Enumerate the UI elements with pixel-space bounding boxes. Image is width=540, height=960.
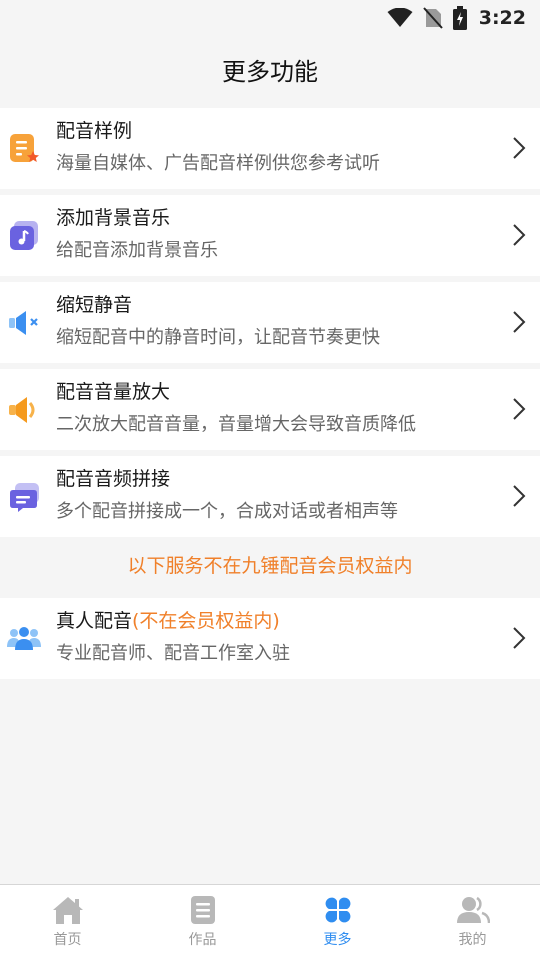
no-sim-icon: [422, 7, 443, 29]
item-title: 缩短静音: [56, 294, 133, 316]
profile-icon: [456, 896, 490, 924]
feature-list: 配音样例 海量自媒体、广告配音样例供您参考试听 添加背景音乐 给配音添加背景音乐: [0, 108, 540, 685]
nav-works[interactable]: 作品: [135, 885, 270, 960]
people-group-icon: [6, 621, 42, 657]
notice-text: 以下服务不在九锤配音会员权益内: [127, 555, 413, 577]
chat-merge-icon: [6, 479, 42, 515]
feature-item-human-dubbing[interactable]: 真人配音(不在会员权益内) 专业配音师、配音工作室入驻: [0, 598, 540, 679]
home-icon: [52, 897, 83, 924]
chevron-right-icon: [513, 311, 526, 333]
music-note-icon: [6, 218, 42, 254]
feature-item-sample[interactable]: 配音样例 海量自媒体、广告配音样例供您参考试听: [0, 108, 540, 189]
item-title: 配音音量放大: [56, 381, 171, 403]
item-desc: 二次放大配音音量，音量增大会导致音质降低: [56, 414, 416, 435]
status-bar: 3:22: [0, 0, 540, 36]
chevron-right-icon: [513, 627, 526, 649]
speaker-mute-icon: [6, 305, 42, 341]
page-header: 更多功能: [0, 36, 540, 102]
item-desc: 给配音添加背景音乐: [56, 240, 218, 261]
chevron-right-icon: [513, 485, 526, 507]
nav-more[interactable]: 更多: [270, 885, 405, 960]
feature-item-audio-merge[interactable]: 配音音频拼接 多个配音拼接成一个，合成对话或者相声等: [0, 456, 540, 537]
item-title: 添加背景音乐: [56, 207, 171, 229]
chevron-right-icon: [513, 398, 526, 420]
more-grid-icon: [325, 897, 350, 923]
works-icon: [190, 896, 215, 924]
battery-icon: [452, 6, 467, 30]
nav-label: 更多: [323, 932, 352, 948]
feature-item-shorten-silence[interactable]: 缩短静音 缩短配音中的静音时间，让配音节奏更快: [0, 282, 540, 363]
item-desc: 缩短配音中的静音时间，让配音节奏更快: [56, 327, 380, 348]
speaker-loud-icon: [6, 392, 42, 428]
item-desc: 专业配音师、配音工作室入驻: [56, 643, 290, 664]
page-title: 更多功能: [222, 57, 318, 86]
nav-label: 首页: [53, 932, 82, 948]
chevron-right-icon: [513, 224, 526, 246]
item-desc: 海量自媒体、广告配音样例供您参考试听: [56, 153, 380, 174]
sample-doc-icon: [6, 131, 42, 167]
chevron-right-icon: [513, 137, 526, 159]
membership-notice: 以下服务不在九锤配音会员权益内: [0, 537, 540, 592]
wifi-icon: [387, 8, 413, 27]
member-exclusion-tag: (不在会员权益内): [132, 610, 280, 632]
nav-label: 我的: [458, 932, 487, 948]
feature-item-volume-boost[interactable]: 配音音量放大 二次放大配音音量，音量增大会导致音质降低: [0, 369, 540, 450]
item-desc: 多个配音拼接成一个，合成对话或者相声等: [56, 501, 398, 522]
nav-profile[interactable]: 我的: [405, 885, 540, 960]
status-time: 3:22: [478, 7, 526, 29]
item-title: 配音样例: [56, 120, 133, 142]
item-title: 配音音频拼接: [56, 468, 171, 490]
item-title-text: 真人配音: [56, 610, 133, 632]
bottom-nav: 首页 作品 更多 我的: [0, 884, 540, 960]
feature-item-bgm[interactable]: 添加背景音乐 给配音添加背景音乐: [0, 195, 540, 276]
nav-label: 作品: [188, 932, 217, 948]
item-title: 真人配音(不在会员权益内): [56, 609, 480, 633]
nav-home[interactable]: 首页: [0, 885, 135, 960]
